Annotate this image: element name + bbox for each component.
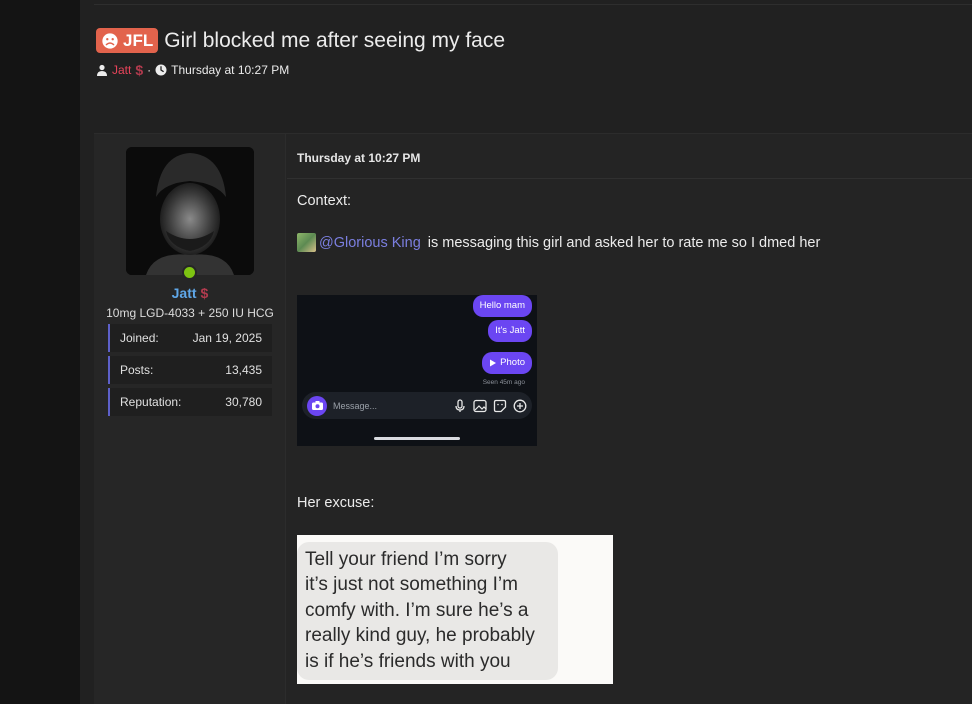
post-body: Thursday at 10:27 PM Context: @Glorious … xyxy=(287,134,972,704)
stat-label: Joined: xyxy=(120,331,159,345)
online-status-dot xyxy=(182,265,197,280)
avatar[interactable] xyxy=(126,147,254,275)
chat-screenshot-image[interactable]: Hello mam It's Jatt Photo Seen 45m ago M… xyxy=(297,295,537,446)
sticker-icon xyxy=(493,399,507,412)
microphone-icon xyxy=(455,398,465,412)
stat-label: Reputation: xyxy=(120,395,182,409)
thread-author-link[interactable]: Jatt xyxy=(112,63,131,77)
chat-photo-bubble: Photo xyxy=(482,352,532,374)
thread-meta: Jatt $ · Thursday at 10:27 PM xyxy=(96,62,289,78)
stat-value: 13,435 xyxy=(225,363,262,377)
chat-bubble: It's Jatt xyxy=(488,320,532,342)
top-divider xyxy=(94,4,972,5)
photo-label: Photo xyxy=(500,357,525,368)
user-dollar-badge: $ xyxy=(200,285,209,301)
stat-joined: Joined: Jan 19, 2025 xyxy=(108,324,272,352)
stat-reputation: Reputation: 30,780 xyxy=(108,388,272,416)
post: Jatt $ 10mg LGD-4033 + 250 IU HCG Joined:… xyxy=(94,133,972,704)
quote-message-bubble: Tell your friend I’m sorry it’s just not… xyxy=(297,542,558,680)
excuse-label: Her excuse: xyxy=(297,495,375,511)
sad-face-icon xyxy=(102,32,118,49)
thread-date[interactable]: Thursday at 10:27 PM xyxy=(171,63,289,77)
post-date[interactable]: Thursday at 10:27 PM xyxy=(297,151,420,165)
user-icon xyxy=(97,64,107,76)
message-bar: Message... xyxy=(302,392,532,419)
post-username[interactable]: Jatt $ xyxy=(94,285,286,301)
thread-page: JFL Girl blocked me after seeing my face… xyxy=(80,0,972,704)
context-label: Context: xyxy=(297,193,351,209)
gallery-icon xyxy=(473,399,487,412)
quote-line: is if he’s friends with you xyxy=(305,650,511,672)
stat-label: Posts: xyxy=(120,363,154,377)
quote-line: Tell your friend I’m sorry xyxy=(305,549,507,570)
author-dollar-badge: $ xyxy=(135,62,144,78)
message-screenshot-image[interactable]: Tell your friend I’m sorry it’s just not… xyxy=(297,535,613,684)
thread-title: Girl blocked me after seeing my face xyxy=(164,28,506,52)
stat-posts: Posts: 13,435 xyxy=(108,356,272,384)
context-line: @Glorious King is messaging this girl an… xyxy=(297,233,820,252)
context-text: is messaging this girl and asked her to … xyxy=(423,234,821,251)
post-header-divider xyxy=(287,178,972,179)
play-icon xyxy=(490,359,497,367)
avatar-image xyxy=(126,147,254,275)
camera-icon xyxy=(307,395,327,416)
home-indicator xyxy=(374,437,460,440)
plus-circle-icon xyxy=(513,399,527,412)
meta-separator: · xyxy=(147,63,152,77)
thread-prefix-badge[interactable]: JFL xyxy=(96,28,159,53)
seen-status: Seen 45m ago xyxy=(482,379,525,386)
chat-bubble: Hello mam xyxy=(472,295,532,317)
quote-line: it’s just not something I’m xyxy=(305,574,518,596)
mention-avatar[interactable] xyxy=(297,233,316,252)
stat-value: Jan 19, 2025 xyxy=(192,331,262,345)
user-title: 10mg LGD-4033 + 250 IU HCG xyxy=(106,306,274,320)
clock-icon xyxy=(155,64,167,76)
quote-line: comfy with. I’m sure he’s a xyxy=(305,599,529,621)
thread-prefix-label: JFL xyxy=(123,30,154,50)
user-mention-link[interactable]: @Glorious King xyxy=(319,235,421,251)
post-user-info: Jatt $ 10mg LGD-4033 + 250 IU HCG Joined:… xyxy=(94,134,286,704)
stat-value: 30,780 xyxy=(225,395,262,409)
left-gutter xyxy=(0,0,80,704)
message-placeholder: Message... xyxy=(333,400,378,411)
username-text: Jatt xyxy=(171,285,197,301)
quote-line: really kind guy, he probably xyxy=(305,625,535,647)
thread-header: JFL Girl blocked me after seeing my face xyxy=(96,28,505,53)
